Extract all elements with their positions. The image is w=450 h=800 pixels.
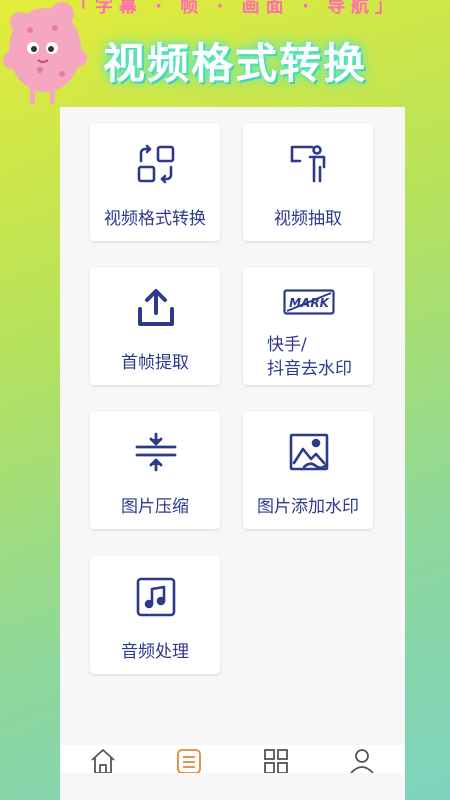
page-title: 视频格式转换 (102, 39, 367, 88)
feature-label: 音频处理 (121, 642, 189, 662)
feature-label-line2: 抖音去水印 (267, 359, 352, 379)
feature-label: 图片压缩 (121, 497, 189, 517)
header-banner-text: 「字幕 · 帧 · 画面 · 导航」 (70, 0, 400, 17)
bottom-tab-bar (60, 745, 405, 773)
feature-label: 视频格式转换 (104, 209, 206, 229)
tab-apps[interactable] (260, 745, 292, 773)
feature-card-watermark-remove[interactable]: MARK 快手/ 抖音去水印 (243, 267, 373, 385)
feature-card-image-compress[interactable]: 图片压缩 (90, 411, 220, 529)
feature-label: 首帧提取 (121, 353, 189, 373)
tab-home[interactable] (87, 745, 119, 773)
user-icon (350, 749, 374, 773)
feature-panel: 视频格式转换 视频抽取 首帧提取 MARK 快手/ 抖音去水印 图片压缩 图片添… (60, 107, 405, 800)
home-icon (91, 749, 115, 773)
list-icon (177, 749, 202, 773)
feature-card-video-extract[interactable]: 视频抽取 (243, 123, 373, 241)
video-extract-icon (290, 145, 326, 183)
tab-tools[interactable] (173, 745, 205, 773)
feature-card-audio-process[interactable]: 音频处理 (90, 556, 220, 674)
image-watermark-icon (289, 433, 329, 471)
feature-label: 视频抽取 (274, 209, 342, 229)
grid-icon (263, 749, 288, 773)
tab-profile[interactable] (346, 745, 378, 773)
feature-card-first-frame[interactable]: 首帧提取 (90, 267, 220, 385)
format-convert-icon (137, 144, 175, 184)
compress-icon (135, 432, 177, 472)
feature-label: 图片添加水印 (257, 497, 359, 517)
feature-label: 快手/ 抖音去水印 (267, 333, 371, 381)
feature-card-image-watermark[interactable]: 图片添加水印 (243, 411, 373, 529)
music-note-icon (136, 577, 176, 617)
feature-card-format-convert[interactable]: 视频格式转换 (90, 123, 220, 241)
feature-label-line1: 快手/ (267, 335, 307, 355)
watermark-remove-icon: MARK (283, 289, 335, 315)
upload-icon (138, 289, 174, 326)
